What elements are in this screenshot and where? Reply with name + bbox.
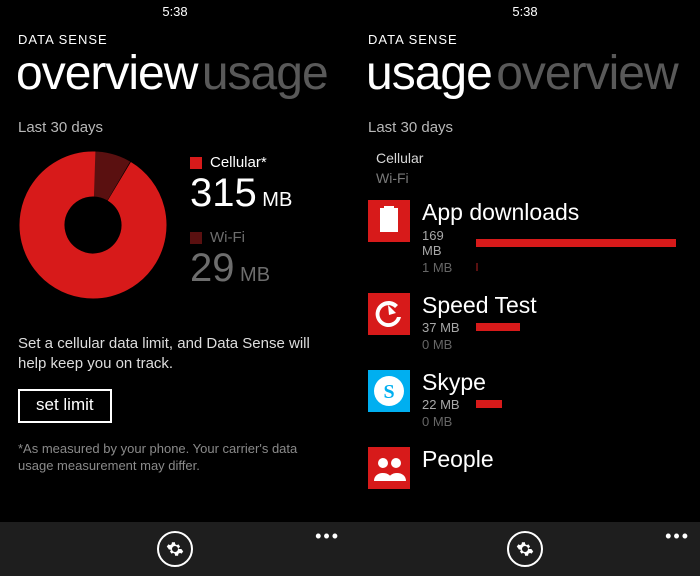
- cellular-bar: [476, 400, 502, 408]
- more-button[interactable]: •••: [315, 526, 340, 547]
- cellular-unit: MB: [257, 189, 293, 211]
- tab-overview[interactable]: overview: [16, 49, 197, 100]
- clock: 5:38: [162, 4, 187, 19]
- app-title: DATA SENSE: [0, 22, 350, 49]
- cellular-usage: 169 MB: [422, 228, 466, 258]
- app-icon: [368, 200, 410, 242]
- content-overview: Last 30 days Cellular* 315 MB Wi-Fi 29 M…: [0, 107, 350, 522]
- app-usage-item[interactable]: S Skype 22 MB 0 MB: [368, 370, 682, 429]
- app-icon: [368, 293, 410, 335]
- gear-icon: [516, 540, 534, 558]
- tab-usage[interactable]: usage: [366, 49, 492, 100]
- usage-legend: Cellular Wi-Fi: [368, 150, 682, 186]
- wifi-usage: 0 MB: [422, 414, 466, 429]
- usage-donut-chart: [18, 150, 168, 300]
- swatch-cellular-icon: [190, 157, 202, 169]
- wifi-usage: 1 MB: [422, 260, 466, 275]
- period-label: Last 30 days: [18, 119, 332, 136]
- pivot-tabs[interactable]: overview usage: [0, 49, 350, 107]
- cellular-bar: [476, 323, 520, 331]
- app-bar: •••: [350, 522, 700, 576]
- wifi-label: Wi-Fi: [210, 229, 245, 246]
- set-limit-button[interactable]: set limit: [18, 389, 112, 423]
- app-bar: •••: [0, 522, 350, 576]
- legend-cellular: Cellular* 315 MB: [190, 154, 292, 213]
- app-icon: [368, 447, 410, 489]
- clock: 5:38: [512, 4, 537, 19]
- settings-button[interactable]: [157, 531, 193, 567]
- legend-cellular-label: Cellular: [376, 150, 423, 166]
- app-name: People: [422, 447, 682, 471]
- wifi-value: 29: [190, 246, 235, 290]
- tab-overview[interactable]: overview: [496, 49, 677, 100]
- svg-text:S: S: [383, 381, 394, 403]
- phone-usage: 5:38 DATA SENSE usage overview Last 30 d…: [350, 0, 700, 576]
- legend-wifi: Wi-Fi 29 MB: [190, 229, 292, 288]
- wifi-usage: 0 MB: [422, 337, 466, 352]
- app-name: Skype: [422, 370, 682, 394]
- tip-text: Set a cellular data limit, and Data Sens…: [18, 334, 332, 373]
- wifi-unit: MB: [235, 264, 271, 286]
- footnote: *As measured by your phone. Your carrier…: [18, 441, 332, 475]
- status-bar: 5:38: [350, 0, 700, 22]
- pivot-tabs[interactable]: usage overview: [350, 49, 700, 107]
- cellular-value: 315: [190, 171, 257, 215]
- more-button[interactable]: •••: [665, 526, 690, 547]
- gear-icon: [166, 540, 184, 558]
- cellular-usage: 37 MB: [422, 320, 466, 335]
- status-bar: 5:38: [0, 0, 350, 22]
- app-usage-item[interactable]: App downloads 169 MB 1 MB: [368, 200, 682, 274]
- app-title: DATA SENSE: [350, 22, 700, 49]
- swatch-wifi-icon: [190, 232, 202, 244]
- period-label: Last 30 days: [368, 119, 682, 136]
- content-usage: Last 30 days Cellular Wi-Fi App download…: [350, 107, 700, 522]
- cellular-usage: 22 MB: [422, 397, 466, 412]
- app-name: App downloads: [422, 200, 682, 224]
- tab-usage[interactable]: usage: [202, 49, 328, 100]
- app-usage-item[interactable]: People: [368, 447, 682, 489]
- settings-button[interactable]: [507, 531, 543, 567]
- app-usage-list: App downloads 169 MB 1 MB Speed Test 37 MB 0 …: [368, 200, 682, 488]
- app-usage-item[interactable]: Speed Test 37 MB 0 MB: [368, 293, 682, 352]
- wifi-bar: [476, 263, 478, 271]
- legend-wifi-label: Wi-Fi: [376, 170, 409, 186]
- cellular-label: Cellular*: [210, 154, 267, 171]
- app-name: Speed Test: [422, 293, 682, 317]
- app-icon: S: [368, 370, 410, 412]
- cellular-bar: [476, 239, 676, 247]
- phone-overview: 5:38 DATA SENSE overview usage Last 30 d…: [0, 0, 350, 576]
